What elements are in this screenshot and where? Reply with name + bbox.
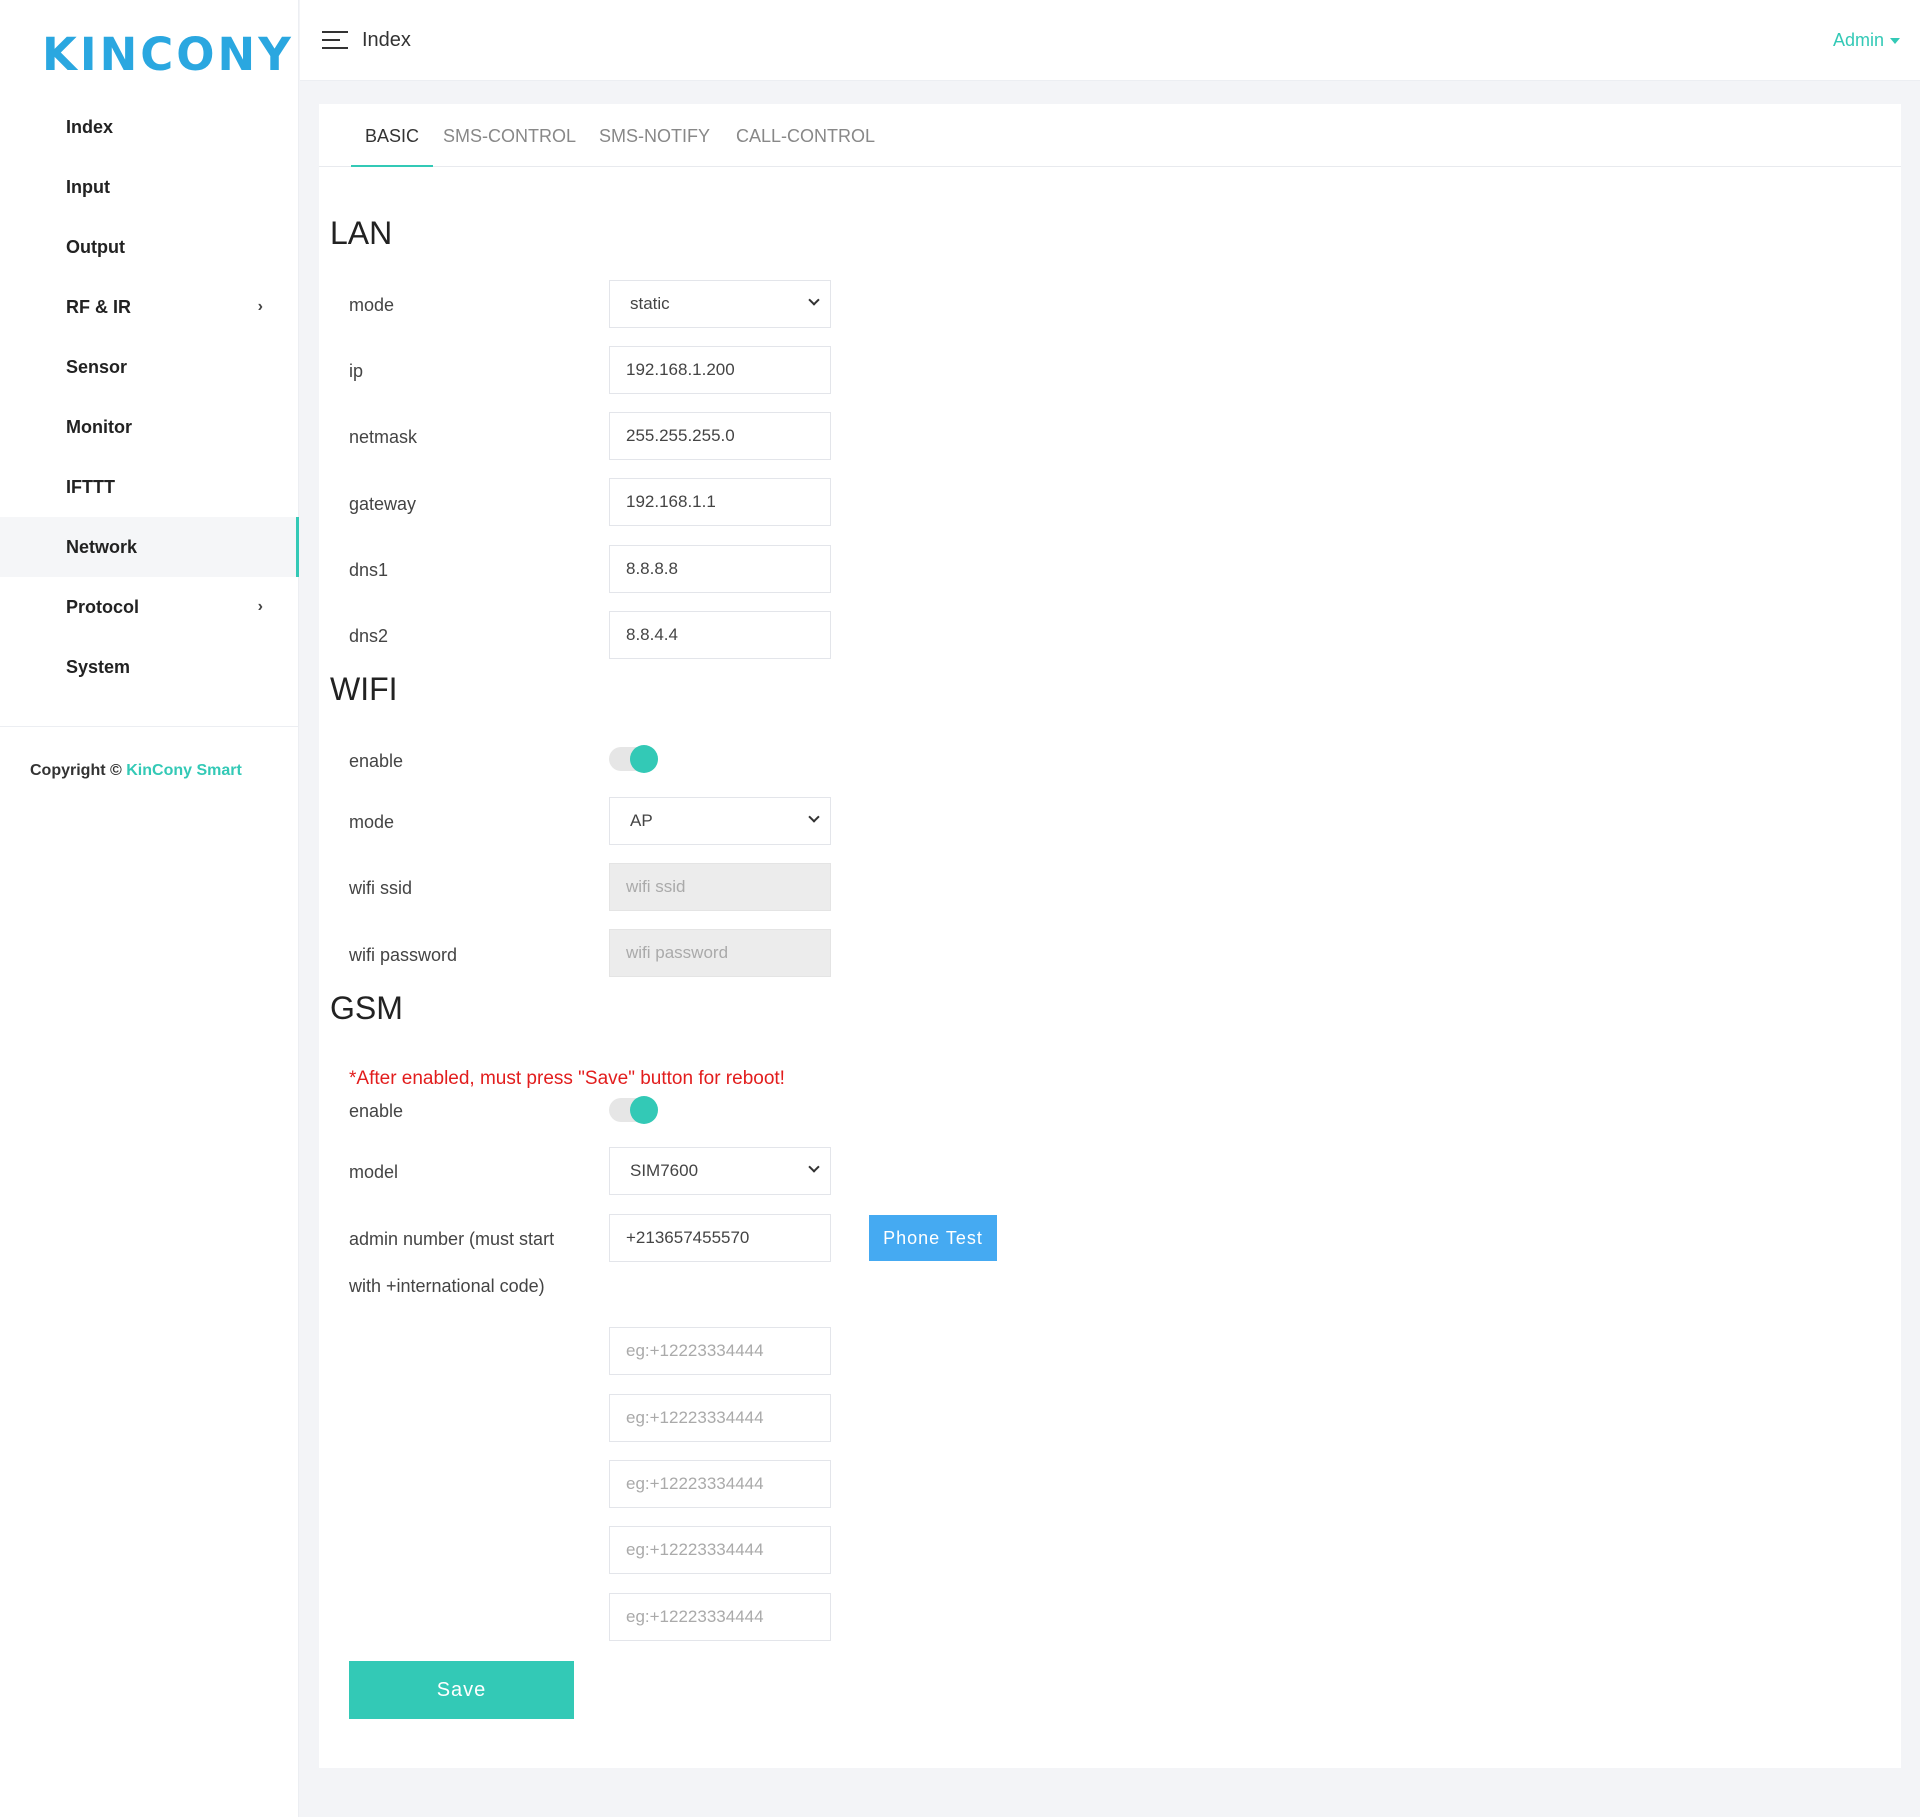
tab-sms-notify[interactable]: SMS-NOTIFY [589, 126, 710, 167]
wifi-mode-label: mode [349, 812, 395, 832]
tab-bar: BASIC SMS-CONTROL SMS-NOTIFY CALL-CONTRO… [319, 104, 1901, 167]
gsm-model-value: SIM7600 [630, 1161, 699, 1180]
lan-mode-label: mode [349, 295, 395, 315]
gsm-extra-number-field-1[interactable] [609, 1327, 831, 1375]
chevron-down-icon [808, 294, 820, 306]
gsm-extra-number-field-3[interactable] [609, 1460, 831, 1508]
wifi-enable-label: enable [349, 751, 404, 771]
lan-netmask-field[interactable] [609, 412, 831, 460]
lan-dns1-label: dns1 [349, 560, 389, 580]
caret-down-icon [1890, 38, 1900, 45]
sidebar-item-network[interactable]: Network [0, 517, 299, 577]
phone-test-button[interactable]: Phone Test [869, 1215, 997, 1261]
wifi-ssid-label: wifi ssid [349, 878, 413, 898]
gsm-extra-number-field-2[interactable] [609, 1394, 831, 1442]
page-title: Index [362, 29, 411, 51]
sidebar-item-label: RF & IR [66, 297, 131, 317]
sidebar: KINCONY Index Input Output RF & IR › Sens… [0, 0, 299, 1817]
copyright: Copyright © KinCony Smart [30, 762, 242, 780]
sidebar-item-rf-ir[interactable]: RF & IR › [0, 277, 299, 337]
tab-call-control[interactable]: CALL-CONTROL [726, 126, 875, 167]
sidebar-item-label: Index [66, 117, 114, 137]
admin-user-menu[interactable]: Admin [1833, 30, 1900, 51]
chevron-down-icon [808, 1161, 820, 1173]
gsm-model-select[interactable]: SIM7600 [609, 1147, 831, 1195]
sidebar-item-sensor[interactable]: Sensor [0, 337, 299, 397]
wifi-enable-toggle[interactable] [609, 745, 658, 773]
sidebar-item-protocol[interactable]: Protocol › [0, 577, 299, 637]
lan-gateway-label: gateway [349, 494, 417, 514]
sidebar-divider [0, 726, 299, 727]
sidebar-item-monitor[interactable]: Monitor [0, 397, 299, 457]
hamburger-menu-icon[interactable] [322, 31, 348, 49]
gsm-section-title: GSM [330, 990, 403, 1026]
copyright-link[interactable]: KinCony Smart [126, 762, 242, 779]
toggle-knob [630, 745, 658, 773]
sidebar-item-index[interactable]: Index [0, 97, 299, 157]
sidebar-item-output[interactable]: Output [0, 217, 299, 277]
sidebar-item-label: Sensor [66, 357, 128, 377]
sidebar-item-label: IFTTT [66, 477, 115, 497]
toggle-knob [630, 1096, 658, 1124]
gsm-admin-number-label-2: with +international code) [349, 1276, 545, 1296]
chevron-right-icon: › [257, 298, 263, 315]
gsm-reboot-warning: *After enabled, must press "Save" button… [349, 1068, 785, 1089]
wifi-password-field[interactable] [609, 929, 831, 977]
sidebar-item-label: Network [66, 537, 138, 557]
wifi-mode-select[interactable]: AP [609, 797, 831, 845]
top-header: Index Admin [300, 0, 1920, 81]
sidebar-item-label: Protocol [66, 597, 140, 617]
sidebar-item-label: System [66, 657, 131, 677]
wifi-ssid-field[interactable] [609, 863, 831, 911]
gsm-extra-number-field-5[interactable] [609, 1593, 831, 1641]
sidebar-item-label: Output [66, 237, 125, 257]
chevron-down-icon [808, 811, 820, 823]
lan-gateway-field[interactable] [609, 478, 831, 526]
lan-mode-select[interactable]: static [609, 280, 831, 328]
kincony-logo[interactable]: KINCONY [42, 28, 294, 81]
gsm-enable-label: enable [349, 1101, 404, 1121]
tab-sms-control[interactable]: SMS-CONTROL [433, 126, 576, 167]
lan-ip-field[interactable] [609, 346, 831, 394]
save-button[interactable]: Save [349, 1661, 574, 1719]
gsm-model-label: model [349, 1162, 399, 1182]
sidebar-item-ifttt[interactable]: IFTTT [0, 457, 299, 517]
sidebar-item-input[interactable]: Input [0, 157, 299, 217]
lan-dns2-label: dns2 [349, 626, 389, 646]
gsm-enable-toggle[interactable] [609, 1096, 658, 1124]
admin-label: Admin [1832, 30, 1884, 50]
lan-section-title: LAN [330, 215, 393, 251]
settings-card: BASIC SMS-CONTROL SMS-NOTIFY CALL-CONTRO… [319, 104, 1901, 1768]
sidebar-item-label: Monitor [66, 417, 132, 437]
lan-dns1-field[interactable] [609, 545, 831, 593]
sidebar-item-system[interactable]: System [0, 637, 299, 697]
wifi-mode-value: AP [630, 811, 653, 830]
chevron-right-icon: › [257, 598, 263, 615]
wifi-section-title: WIFI [330, 671, 398, 707]
gsm-admin-number-field[interactable] [609, 1214, 831, 1262]
gsm-extra-number-field-4[interactable] [609, 1526, 831, 1574]
tab-basic[interactable]: BASIC [351, 126, 433, 167]
lan-ip-label: ip [349, 361, 364, 381]
sidebar-item-label: Input [66, 177, 110, 197]
gsm-admin-number-label: admin number (must start [349, 1229, 555, 1249]
lan-netmask-label: netmask [349, 427, 418, 447]
copyright-text: Copyright © [30, 762, 122, 779]
wifi-password-label: wifi password [349, 945, 458, 965]
sidebar-nav: Index Input Output RF & IR › Sensor Monit… [0, 97, 299, 697]
lan-dns2-field[interactable] [609, 611, 831, 659]
lan-mode-value: static [630, 294, 670, 313]
